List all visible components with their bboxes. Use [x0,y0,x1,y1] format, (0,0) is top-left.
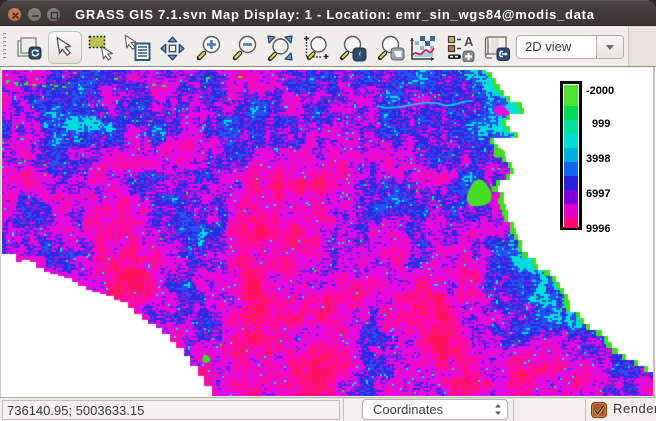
svg-text:999: 999 [592,118,610,130]
svg-text:A: A [464,35,474,49]
svg-text:-2000: -2000 [586,85,614,97]
svg-text:3998: 3998 [586,153,610,165]
svg-text:9996: 9996 [586,223,610,235]
svg-text:6997: 6997 [586,188,610,200]
